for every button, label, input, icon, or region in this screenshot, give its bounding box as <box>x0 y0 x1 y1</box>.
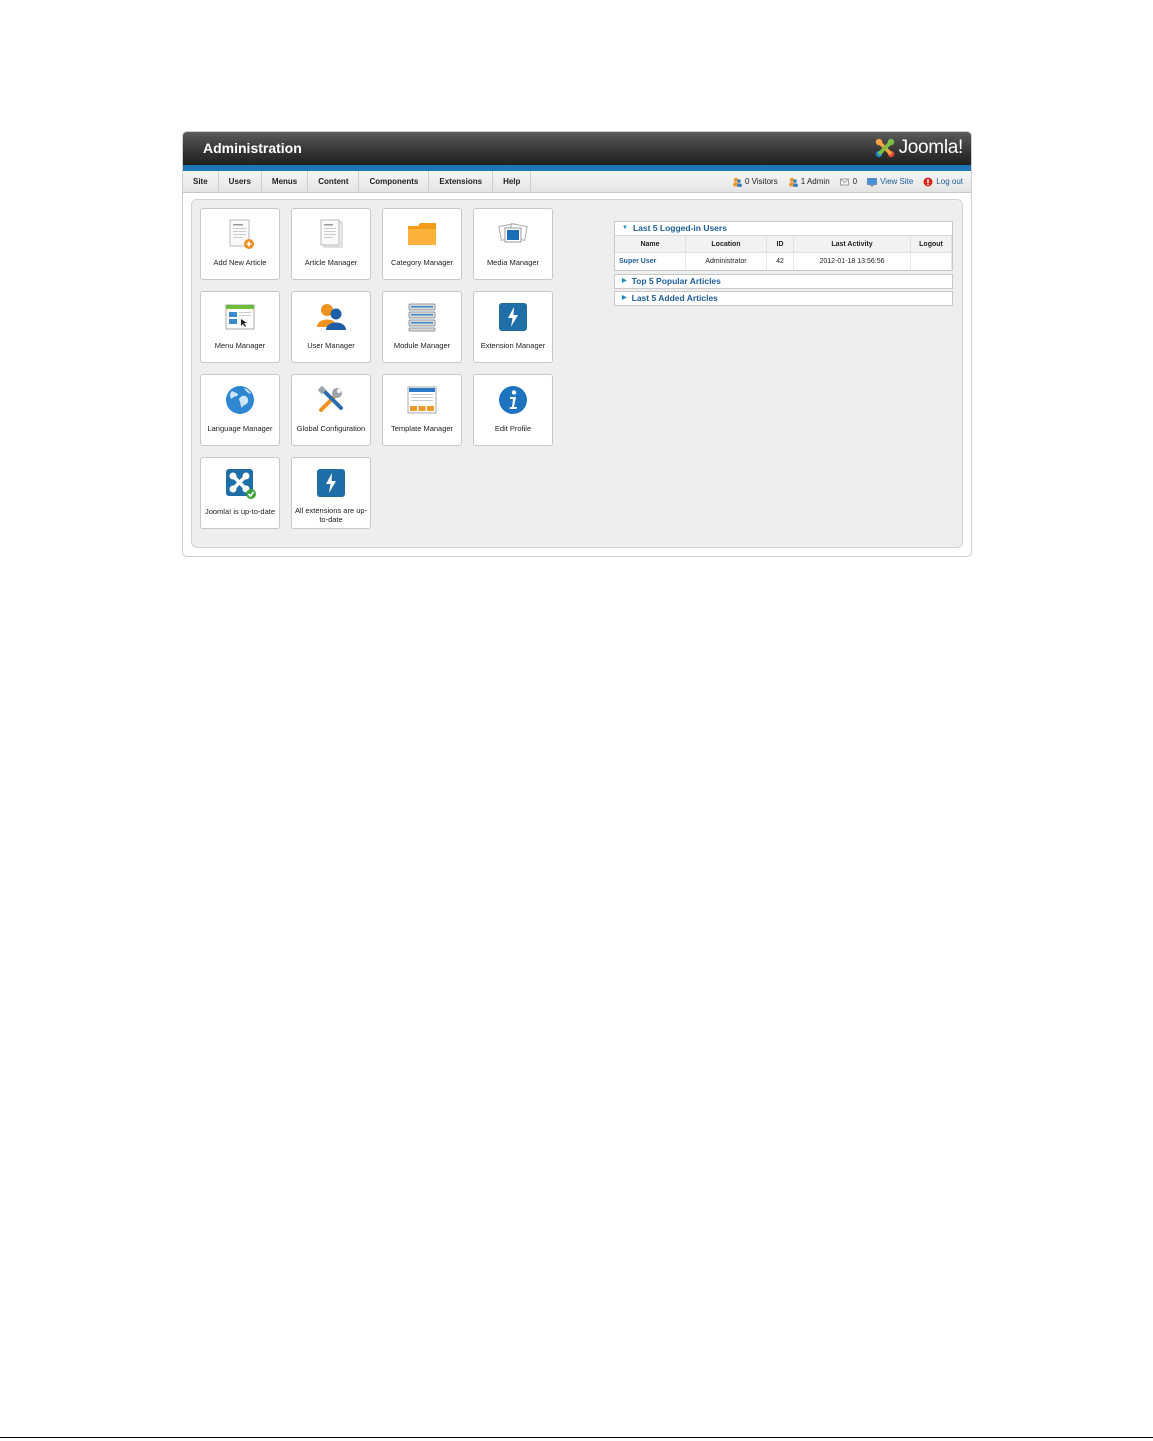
logout-label: Log out <box>936 177 963 186</box>
logo-text: Joomla! <box>898 137 964 158</box>
tools-icon <box>317 385 343 412</box>
menu-item-components[interactable]: Components <box>359 171 430 192</box>
menu-item-menus[interactable]: Menus <box>262 171 309 192</box>
messages-status[interactable]: 0 <box>839 177 858 187</box>
visitors-icon <box>732 177 742 187</box>
user-name-link[interactable]: Super User <box>615 252 686 270</box>
extension-manager-label: Extension Manager <box>480 341 546 350</box>
module-manager-label: Module Manager <box>393 341 451 350</box>
user-manager-button[interactable]: User Manager <box>291 291 371 363</box>
logged-in-users-table: Name Location ID Last Activity Logout Su… <box>615 235 952 270</box>
extension-icon <box>499 303 527 331</box>
collapsed-arrow-icon: ▶ <box>622 278 627 284</box>
menu-manager-label: Menu Manager <box>214 341 266 350</box>
media-manager-label: Media Manager <box>486 258 540 267</box>
user-last-activity: 2012-01-18 13:56:56 <box>793 252 911 270</box>
popular-articles-header[interactable]: ▶ Top 5 Popular Articles <box>615 275 952 288</box>
joomla-check-icon <box>226 469 256 499</box>
logout-link[interactable]: Log out <box>923 177 963 187</box>
menu-bar: Site Users Menus Content Components Exte… <box>183 171 971 193</box>
template-manager-label: Template Manager <box>390 424 454 433</box>
column-header-id: ID <box>766 235 794 253</box>
page-title: Administration <box>203 140 302 156</box>
admins-status: 1 Admin <box>788 177 830 187</box>
view-site-link[interactable]: View Site <box>867 177 913 187</box>
logged-in-users-header[interactable]: ▼ Last 5 Logged-in Users <box>615 222 952 235</box>
joomla-uptodate-button[interactable]: Joomla! is up-to-date <box>200 457 280 529</box>
added-articles-header[interactable]: ▶ Last 5 Added Articles <box>615 292 952 305</box>
joomla-logo-icon <box>875 138 894 158</box>
messages-icon <box>839 178 849 185</box>
extensions-uptodate-button[interactable]: All extensions are up-to-date <box>291 457 371 529</box>
globe-icon <box>226 386 254 414</box>
added-articles-title: Last 5 Added Articles <box>631 293 718 303</box>
extension-uptodate-icon <box>317 469 345 497</box>
article-manager-button[interactable]: Article Manager <box>291 208 371 280</box>
header-bar: Administration Joomla! <box>183 132 971 165</box>
media-icon <box>498 223 528 243</box>
module-icon <box>408 303 436 332</box>
admins-icon <box>788 177 798 187</box>
column-header-last-activity: Last Activity <box>793 235 911 253</box>
add-new-article-label: Add New Article <box>213 258 267 267</box>
media-manager-button[interactable]: Media Manager <box>473 208 553 280</box>
users-icon <box>317 304 346 330</box>
template-manager-button[interactable]: Template Manager <box>382 374 462 446</box>
expanded-arrow-icon: ▼ <box>622 225 628 231</box>
menu-item-help[interactable]: Help <box>493 171 532 192</box>
menu-item-content[interactable]: Content <box>308 171 360 192</box>
monitor-icon <box>867 177 877 186</box>
add-new-article-button[interactable]: Add New Article <box>200 208 280 280</box>
logged-in-users-panel: ▼ Last 5 Logged-in Users Name Location I… <box>614 221 953 271</box>
menu-item-users[interactable]: Users <box>219 171 262 192</box>
article-manager-label: Article Manager <box>304 258 358 267</box>
logout-icon <box>923 177 933 186</box>
menu-item-site[interactable]: Site <box>183 171 219 192</box>
user-logout[interactable] <box>910 252 952 270</box>
table-row: Super User Administrator 42 2012-01-18 1… <box>615 252 952 270</box>
add-article-icon <box>229 219 254 249</box>
admins-count: 1 Admin <box>800 177 830 186</box>
popular-articles-panel: ▶ Top 5 Popular Articles <box>614 274 953 289</box>
messages-count: 0 <box>852 177 858 186</box>
category-manager-label: Category Manager <box>390 258 454 267</box>
visitors-status: 0 Visitors <box>732 177 778 187</box>
table-header-row: Name Location ID Last Activity Logout <box>615 235 952 253</box>
menu-manager-button[interactable]: Menu Manager <box>200 291 280 363</box>
popular-articles-title: Top 5 Popular Articles <box>631 276 721 286</box>
user-manager-label: User Manager <box>307 341 355 350</box>
user-id: 42 <box>766 252 794 270</box>
joomla-logo: Joomla! <box>874 135 963 161</box>
language-manager-label: Language Manager <box>207 424 273 433</box>
global-configuration-label: Global Configuration <box>296 424 366 433</box>
extensions-uptodate-label: All extensions are up-to-date <box>294 506 368 524</box>
global-configuration-button[interactable]: Global Configuration <box>291 374 371 446</box>
template-icon <box>407 386 437 414</box>
article-manager-icon <box>320 219 343 248</box>
edit-profile-button[interactable]: Edit Profile <box>473 374 553 446</box>
category-manager-button[interactable]: Category Manager <box>382 208 462 280</box>
extension-manager-button[interactable]: Extension Manager <box>473 291 553 363</box>
column-header-logout: Logout <box>910 235 952 253</box>
page-bottom-rule <box>0 1437 1153 1438</box>
added-articles-panel: ▶ Last 5 Added Articles <box>614 291 953 306</box>
logged-in-users-title: Last 5 Logged-in Users <box>632 223 727 233</box>
status-bar: 0 Visitors 1 Admin 0 View Site Log out <box>732 171 963 192</box>
visitors-count: 0 Visitors <box>744 177 778 186</box>
module-manager-button[interactable]: Module Manager <box>382 291 462 363</box>
admin-window: Administration Joomla! Site Users Menus … <box>182 131 972 557</box>
column-header-name: Name <box>615 235 686 253</box>
collapsed-arrow-icon: ▶ <box>622 295 627 301</box>
view-site-label: View Site <box>880 177 914 186</box>
menu-item-extensions[interactable]: Extensions <box>429 171 494 192</box>
language-manager-button[interactable]: Language Manager <box>200 374 280 446</box>
edit-profile-label: Edit Profile <box>494 424 532 433</box>
user-location: Administrator <box>685 252 767 270</box>
menu-manager-icon <box>225 304 255 330</box>
column-header-location: Location <box>685 235 767 253</box>
folder-icon <box>408 223 436 245</box>
joomla-uptodate-label: Joomla! is up-to-date <box>204 507 276 516</box>
control-panel: Add New Article Article Manager Category… <box>191 199 963 548</box>
info-icon <box>499 386 527 414</box>
